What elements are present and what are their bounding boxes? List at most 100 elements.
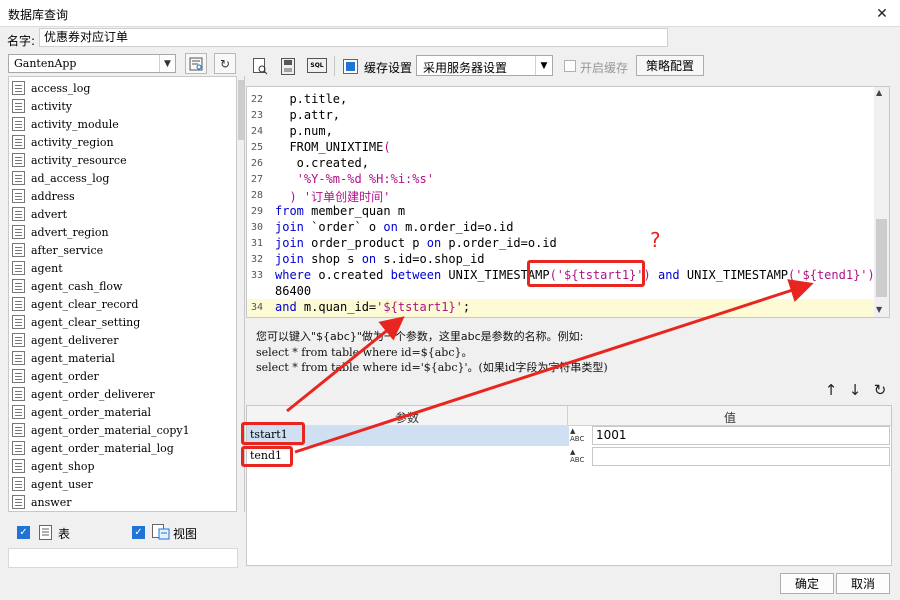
table-name: activity_module <box>31 117 119 131</box>
sql-icon[interactable]: SQL <box>307 58 327 73</box>
scroll-down-icon[interactable]: ▼ <box>876 305 882 314</box>
code-line[interactable]: p.attr, <box>275 108 340 122</box>
table-list-item[interactable]: activity <box>9 97 72 115</box>
code-line[interactable]: join order_product p on p.order_id=o.id <box>275 236 557 250</box>
table-list-item[interactable]: agent_cash_flow <box>9 277 122 295</box>
table-list-item[interactable]: ad_access_log <box>9 169 109 187</box>
right-toolbar: SQL 缓存设置 采用服务器设置 ▼ 开启缓存 策略配置 <box>246 54 892 78</box>
query-icon[interactable] <box>251 57 269 75</box>
code-line[interactable]: join shop s on s.id=o.shop_id <box>275 252 485 266</box>
table-name: answer <box>31 495 72 509</box>
table-icon <box>12 441 25 455</box>
table-list-item[interactable]: after_service <box>9 241 103 259</box>
save-icon[interactable] <box>279 57 297 75</box>
show-views-checkbox[interactable]: ✓ <box>132 526 145 539</box>
name-input[interactable]: 优惠券对应订单 <box>39 28 668 47</box>
param-value-input[interactable]: 1001 <box>592 426 890 445</box>
code-line[interactable]: o.created, <box>275 156 369 170</box>
table-icon <box>12 99 25 113</box>
param-row[interactable]: tstart1 ▲ ABC 1001 <box>247 425 891 446</box>
table-list-item[interactable]: access_log <box>9 79 90 97</box>
cache-select[interactable]: 采用服务器设置 ▼ <box>416 55 553 76</box>
hint-line-2: select * from table where id=${abc}。 <box>256 346 473 359</box>
move-up-icon[interactable]: ↑ <box>822 381 840 399</box>
table-name: agent_material <box>31 351 115 365</box>
code-line[interactable]: from member_quan m <box>275 204 405 218</box>
table-list-item[interactable]: agent_clear_record <box>9 295 138 313</box>
move-down-icon[interactable]: ↓ <box>846 381 864 399</box>
cancel-button[interactable]: 取消 <box>836 573 890 594</box>
table-list-item[interactable]: agent_user <box>9 475 93 493</box>
refresh-icon[interactable]: ↻ <box>214 53 236 74</box>
refresh-params-icon[interactable]: ↻ <box>871 381 889 399</box>
table-name: agent_order_material_log <box>31 441 174 455</box>
table-list-item[interactable]: agent_shop <box>9 457 95 475</box>
table-list-item[interactable]: activity_region <box>9 133 114 151</box>
table-list-item[interactable]: agent_order <box>9 367 99 385</box>
chevron-down-icon: ▼ <box>159 55 175 72</box>
code-line[interactable]: FROM_UNIXTIME( <box>275 140 390 154</box>
param-row[interactable]: tend1 ▲ ABC <box>247 446 891 467</box>
table-name: agent_shop <box>31 459 95 473</box>
table-icon <box>39 525 52 540</box>
table-icon <box>12 135 25 149</box>
table-list-item[interactable]: agent_order_material_copy1 <box>9 421 190 439</box>
table-list-item[interactable]: agent_clear_setting <box>9 313 140 331</box>
table-name: agent_order <box>31 369 99 383</box>
table-list-item[interactable]: agent_material <box>9 349 115 367</box>
code-line[interactable]: ) '订单创建时间' <box>275 188 390 205</box>
editor-scroll-thumb[interactable] <box>876 219 887 297</box>
table-name: agent_user <box>31 477 93 491</box>
cache-settings-label[interactable]: 缓存设置 <box>364 59 412 76</box>
abc-type-icon[interactable]: ▲ ABC <box>570 448 590 465</box>
code-line[interactable]: and m.quan_id='${tstart1}'; <box>275 300 470 314</box>
table-icon <box>12 261 25 275</box>
ok-button[interactable]: 确定 <box>780 573 834 594</box>
scroll-up-icon[interactable]: ▲ <box>876 88 882 97</box>
table-list-item[interactable]: agent_order_material <box>9 403 151 421</box>
table-list-item[interactable]: activity_resource <box>9 151 127 169</box>
table-name: agent <box>31 261 63 275</box>
table-name: activity_region <box>31 135 114 149</box>
code-line[interactable]: 86400 <box>275 284 311 298</box>
app-select[interactable]: GantenApp ▼ <box>8 54 176 73</box>
table-name: activity_resource <box>31 153 127 167</box>
title-bar: 数据库查询 ✕ <box>0 0 900 27</box>
cache-settings-icon[interactable] <box>341 57 359 75</box>
annotation-question-mark: ? <box>650 228 661 252</box>
abc-type-icon[interactable]: ▲ ABC <box>570 427 590 444</box>
tables-list[interactable]: access_log activity activity_moduleactivit… <box>8 76 237 512</box>
table-name: advert <box>31 207 68 221</box>
code-line[interactable]: join `order` o on m.order_id=o.id <box>275 220 513 234</box>
code-line[interactable]: '%Y-%m-%d %H:%i:%s' <box>275 172 434 186</box>
strategy-config-button[interactable]: 策略配置 <box>636 55 704 76</box>
show-views-label: 视图 <box>173 527 198 541</box>
close-icon[interactable]: ✕ <box>864 0 900 27</box>
code-line[interactable]: p.title, <box>275 92 347 106</box>
filter-icon[interactable] <box>185 53 207 74</box>
table-name: agent_deliverer <box>31 333 119 347</box>
table-list-item[interactable]: agent_order_deliverer <box>9 385 155 403</box>
code-line[interactable]: p.num, <box>275 124 332 138</box>
table-list-item[interactable]: agent_deliverer <box>9 331 118 349</box>
enable-cache-checkbox[interactable] <box>564 60 576 72</box>
annotation-box-tstart1 <box>241 422 305 445</box>
table-icon <box>12 369 25 383</box>
name-label: 名字: <box>7 34 36 48</box>
table-list-item[interactable]: advert <box>9 205 67 223</box>
table-list-item[interactable]: agent <box>9 259 63 277</box>
table-name: access_log <box>31 81 91 95</box>
param-name[interactable]: tend1 <box>247 446 569 467</box>
table-list-item[interactable]: answer <box>9 493 71 511</box>
table-list-item[interactable]: advert_region <box>9 223 109 241</box>
table-search-input[interactable] <box>8 548 238 568</box>
column-divider[interactable] <box>567 406 568 426</box>
show-tables-checkbox[interactable]: ✓ <box>17 526 30 539</box>
param-value-input[interactable] <box>592 447 890 466</box>
editor-scrollbar[interactable]: ▲ ▼ <box>874 87 889 317</box>
table-icon <box>12 207 25 221</box>
table-list-item[interactable]: agent_order_material_log <box>9 439 174 457</box>
tables-list-scroll-thumb[interactable] <box>238 80 244 140</box>
table-list-item[interactable]: activity_module <box>9 115 119 133</box>
table-list-item[interactable]: address <box>9 187 75 205</box>
